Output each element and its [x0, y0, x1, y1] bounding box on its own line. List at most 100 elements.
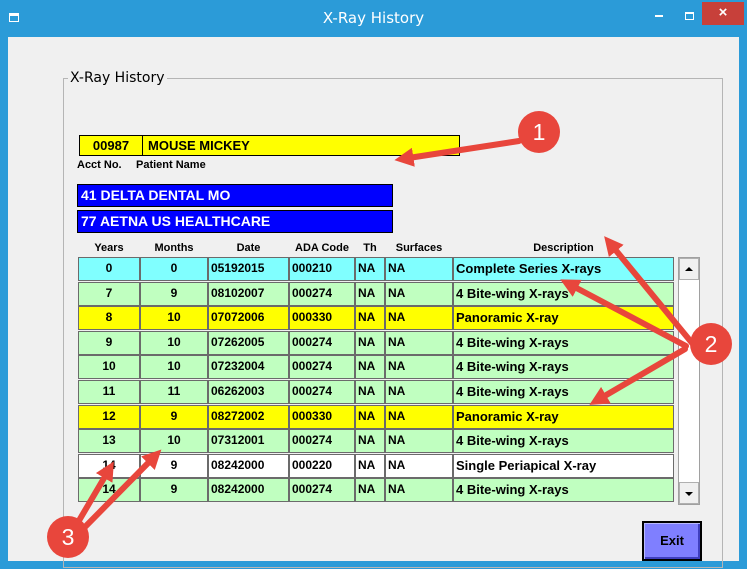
table-row[interactable]: 14 9 08242000 000274 NA NA 4 Bite-wing X-rays: [78, 478, 674, 503]
months-cell: 10: [140, 306, 208, 331]
acct-number-field: 00987: [79, 135, 143, 156]
years-cell: 8: [78, 306, 140, 331]
header-ada-code: ADA Code: [295, 242, 349, 254]
minimize-icon: [655, 14, 663, 17]
description-cell: Panoramic X-ray: [453, 404, 674, 429]
years-cell: 13: [78, 429, 140, 454]
months-cell: 0: [140, 257, 208, 281]
ada-code-cell: 000330: [289, 404, 355, 429]
maximize-button[interactable]: [674, 3, 704, 27]
table-row[interactable]: 14 9 08242000 000220 NA NA Single Periapical X…: [78, 453, 674, 478]
title-bar[interactable]: X-Ray History ×: [0, 0, 747, 37]
surfaces-cell: NA: [385, 453, 453, 478]
months-cell: 9: [140, 281, 208, 306]
maximize-icon: [684, 11, 694, 20]
scroll-down-button[interactable]: [679, 482, 699, 504]
months-cell: 10: [140, 330, 208, 355]
table-scrollbar[interactable]: [678, 257, 700, 505]
th-cell: NA: [355, 355, 385, 380]
table-row[interactable]: 8 10 07072006 000330 NA NA Panoramic X-ray: [78, 306, 674, 331]
date-cell: 07262005: [208, 330, 289, 355]
table-row[interactable]: 9 10 07262005 000274 NA NA 4 Bite-wing X-rays: [78, 330, 674, 355]
ada-code-cell: 000274: [289, 355, 355, 380]
th-cell: NA: [355, 330, 385, 355]
years-cell: 7: [78, 281, 140, 306]
insurance-primary: 41 DELTA DENTAL MO: [77, 184, 393, 207]
acct-number-label: Acct No.: [77, 159, 122, 171]
description-cell: Single Periapical X-ray: [453, 453, 674, 478]
header-th: Th: [363, 242, 377, 254]
th-cell: NA: [355, 306, 385, 331]
description-cell: Complete Series X-rays: [453, 257, 674, 281]
patient-name-field: MOUSE MICKEY: [142, 135, 460, 156]
ada-code-cell: 000220: [289, 453, 355, 478]
window-title: X-Ray History: [322, 9, 425, 27]
th-cell: NA: [355, 404, 385, 429]
arrow-up-icon: [685, 267, 693, 271]
surfaces-cell: NA: [385, 257, 453, 281]
ada-code-cell: 000274: [289, 330, 355, 355]
years-cell: 14: [78, 453, 140, 478]
header-description: Description: [533, 242, 594, 254]
scroll-up-button[interactable]: [679, 258, 699, 280]
date-cell: 08242000: [208, 453, 289, 478]
th-cell: NA: [355, 453, 385, 478]
description-cell: Panoramic X-ray: [453, 306, 674, 331]
exit-button[interactable]: Exit: [642, 521, 702, 561]
group-label: X-Ray History: [68, 70, 167, 86]
date-cell: 05192015: [208, 257, 289, 281]
header-years: Years: [94, 242, 124, 254]
description-cell: 4 Bite-wing X-rays: [453, 478, 674, 503]
months-cell: 9: [140, 478, 208, 503]
th-cell: NA: [355, 281, 385, 306]
description-cell: 4 Bite-wing X-rays: [453, 380, 674, 404]
table-row[interactable]: 11 11 06262003 000274 NA NA 4 Bite-wing X-rays: [78, 380, 674, 404]
header-surfaces: Surfaces: [395, 242, 443, 254]
th-cell: NA: [355, 257, 385, 281]
date-cell: 07072006: [208, 306, 289, 331]
description-cell: 4 Bite-wing X-rays: [453, 355, 674, 380]
ada-code-cell: 000330: [289, 306, 355, 331]
insurance-secondary: 77 AETNA US HEALTHCARE: [77, 210, 393, 233]
ada-code-cell: 000210: [289, 257, 355, 281]
months-cell: 10: [140, 429, 208, 454]
surfaces-cell: NA: [385, 478, 453, 503]
ada-code-cell: 000274: [289, 380, 355, 404]
ada-code-cell: 000274: [289, 281, 355, 306]
surfaces-cell: NA: [385, 404, 453, 429]
table-row[interactable]: 13 10 07312001 000274 NA NA 4 Bite-wing X-rays: [78, 429, 674, 454]
surfaces-cell: NA: [385, 380, 453, 404]
date-cell: 08102007: [208, 281, 289, 306]
arrow-down-icon: [685, 492, 693, 496]
months-cell: 10: [140, 355, 208, 380]
table-row[interactable]: 0 0 05192015 000210 NA NA Complete Series X-ra…: [78, 257, 674, 281]
ada-code-cell: 000274: [289, 429, 355, 454]
description-cell: 4 Bite-wing X-rays: [453, 330, 674, 355]
surfaces-cell: NA: [385, 429, 453, 454]
table-row[interactable]: 7 9 08102007 000274 NA NA 4 Bite-wing X-rays: [78, 281, 674, 306]
table-row[interactable]: 10 10 07232004 000274 NA NA 4 Bite-wing X-rays: [78, 355, 674, 380]
close-button[interactable]: ×: [702, 2, 744, 25]
date-cell: 07312001: [208, 429, 289, 454]
th-cell: NA: [355, 478, 385, 503]
surfaces-cell: NA: [385, 306, 453, 331]
header-date: Date: [236, 242, 261, 254]
description-cell: 4 Bite-wing X-rays: [453, 281, 674, 306]
date-cell: 07232004: [208, 355, 289, 380]
years-cell: 12: [78, 404, 140, 429]
surfaces-cell: NA: [385, 281, 453, 306]
years-cell: 0: [78, 257, 140, 281]
window: X-Ray History × X-Ray History 00987 MOUS…: [0, 0, 747, 569]
header-months: Months: [154, 242, 194, 254]
minimize-button[interactable]: [644, 3, 674, 27]
th-cell: NA: [355, 380, 385, 404]
ada-code-cell: 000274: [289, 478, 355, 503]
date-cell: 08242000: [208, 478, 289, 503]
table-row[interactable]: 12 9 08272002 000330 NA NA Panoramic X-ray: [78, 404, 674, 429]
years-cell: 9: [78, 330, 140, 355]
client-area: X-Ray History 00987 MOUSE MICKEY Acct No…: [8, 37, 739, 568]
patient-name-label: Patient Name: [136, 159, 206, 171]
years-cell: 10: [78, 355, 140, 380]
years-cell: 11: [78, 380, 140, 404]
surfaces-cell: NA: [385, 355, 453, 380]
